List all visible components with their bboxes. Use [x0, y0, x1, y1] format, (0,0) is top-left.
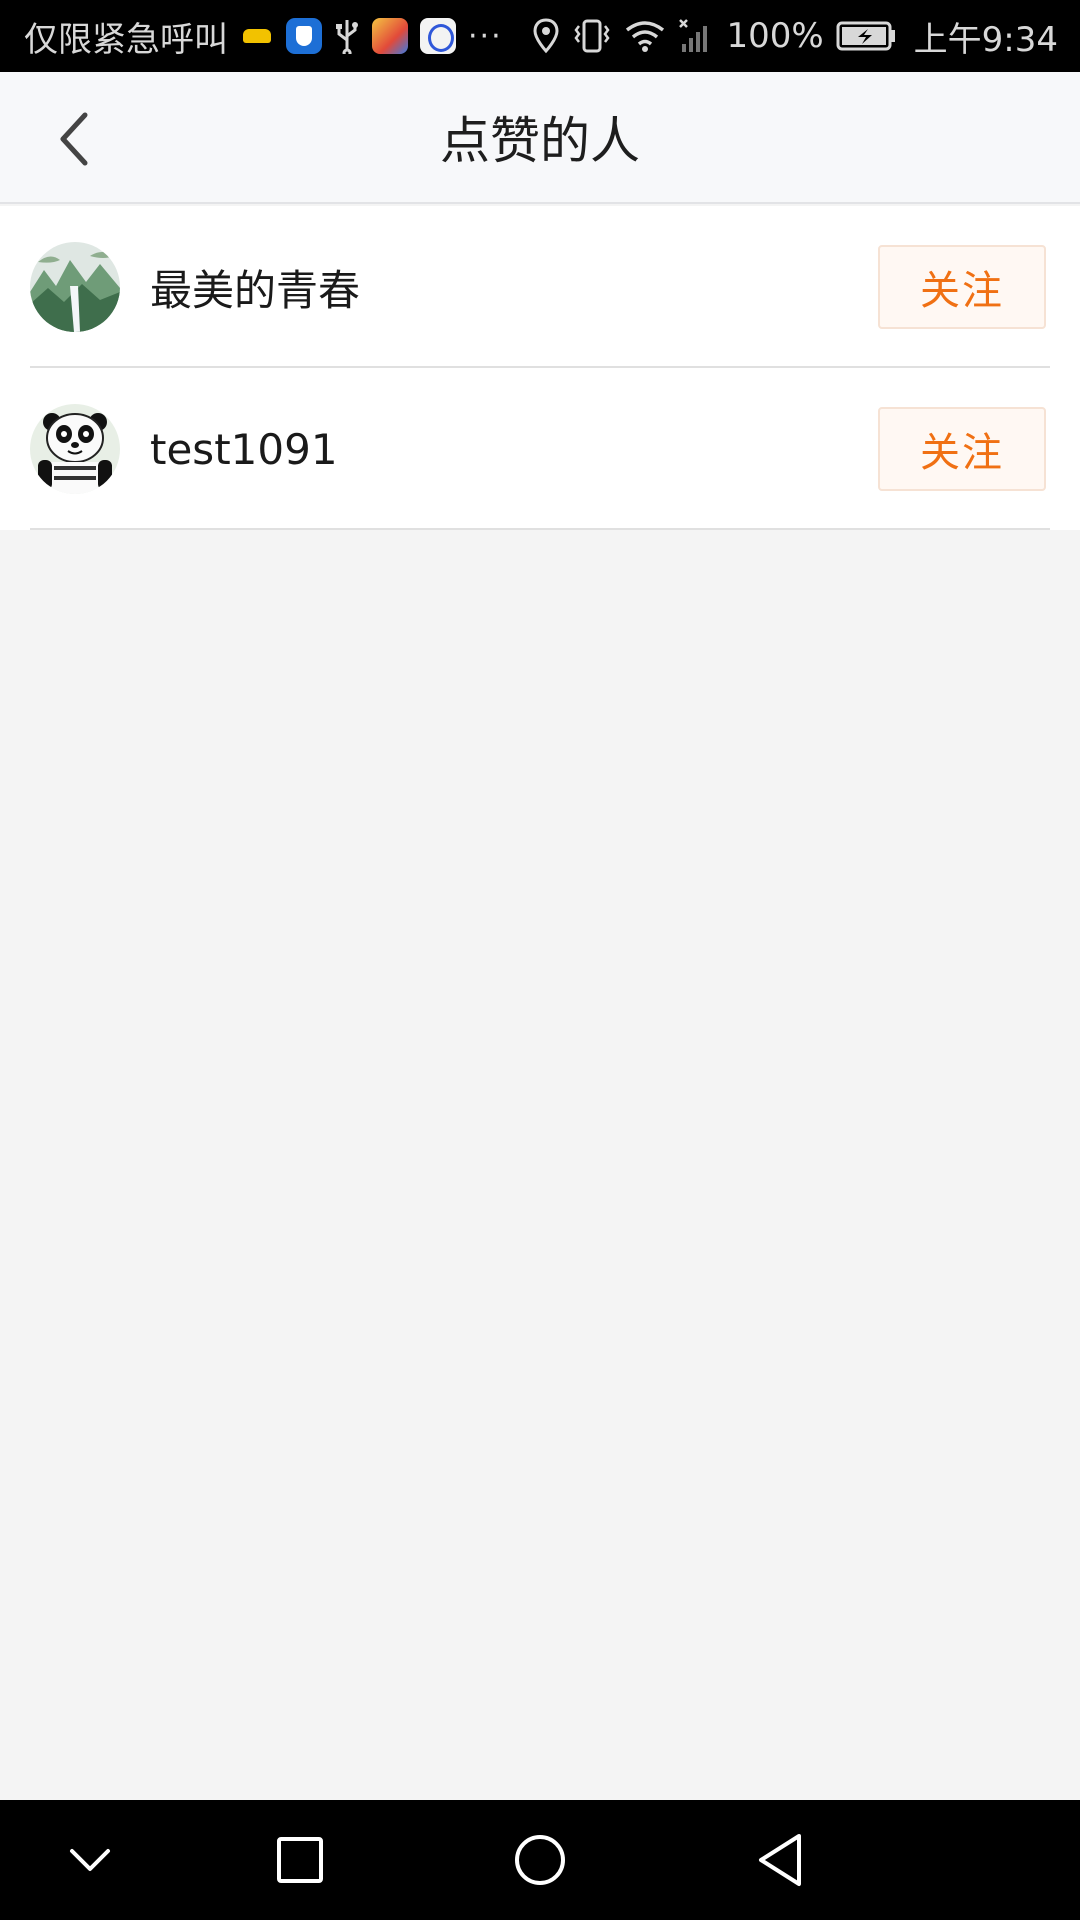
avatar[interactable] [30, 242, 120, 332]
vibrate-icon [572, 18, 612, 54]
recents-square-icon [277, 1837, 323, 1883]
wifi-icon [624, 18, 666, 54]
list-item[interactable]: test1091 关注 [0, 368, 1080, 530]
username[interactable]: 最美的青春 [150, 257, 878, 318]
chevron-left-icon [60, 112, 88, 166]
panda-avatar [30, 404, 120, 494]
back-button[interactable] [30, 94, 120, 184]
usb-icon [334, 18, 360, 54]
likers-list: 最美的青春 关注 test1091 关注 [0, 206, 1080, 530]
page-title: 点赞的人 [440, 112, 640, 170]
back-nav-button[interactable] [720, 1800, 840, 1920]
map-app-icon [372, 18, 408, 54]
status-bar-left: 仅限紧急呼叫 ··· [24, 12, 532, 61]
taxi-app-icon [240, 21, 274, 51]
avatar[interactable] [30, 404, 120, 494]
collapse-down-icon [70, 1849, 110, 1871]
follow-button[interactable]: 关注 [878, 245, 1046, 329]
home-circle-icon [515, 1835, 565, 1885]
collapse-down-button[interactable] [30, 1800, 150, 1920]
back-triangle-icon [759, 1834, 801, 1886]
username[interactable]: test1091 [150, 425, 878, 474]
home-button[interactable] [480, 1800, 600, 1920]
list-item[interactable]: 最美的青春 关注 [0, 206, 1080, 368]
battery-icon [836, 20, 896, 52]
system-nav-bar [0, 1800, 1080, 1920]
status-bar: 仅限紧急呼叫 ··· 100% 上午9:34 [0, 0, 1080, 72]
more-notifications-icon: ··· [468, 18, 503, 54]
baidu-app-icon [420, 18, 456, 54]
battery-percentage: 100% [726, 16, 824, 56]
clock: 上午9:34 [913, 19, 1058, 60]
landscape-avatar [30, 242, 120, 332]
signal-icon [678, 18, 714, 54]
carrier-text: 仅限紧急呼叫 [24, 19, 228, 60]
shield-app-icon [286, 18, 322, 54]
status-bar-right: 100% 上午9:34 [532, 12, 1058, 61]
location-icon [532, 18, 560, 54]
app-header: 点赞的人 [0, 72, 1080, 204]
follow-button[interactable]: 关注 [878, 407, 1046, 491]
recents-button[interactable] [240, 1800, 360, 1920]
